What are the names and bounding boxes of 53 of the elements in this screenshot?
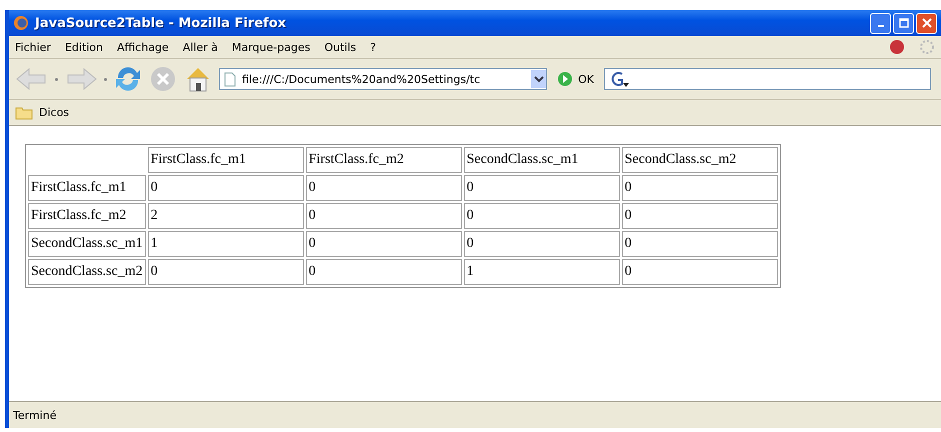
play-icon	[557, 71, 574, 87]
search-field[interactable]	[604, 68, 931, 90]
maximize-button[interactable]	[893, 12, 914, 34]
table-cell: 0	[464, 231, 620, 257]
window-title: JavaSource2Table - Mozilla Firefox	[35, 16, 288, 30]
menu-item[interactable]: ?	[370, 40, 376, 54]
stop-button[interactable]	[149, 65, 177, 93]
address-field[interactable]: file:///C:/Documents%20and%20Settings/tc	[219, 68, 548, 90]
menu-item[interactable]: Fichier	[15, 40, 51, 54]
globe-icon	[13, 15, 29, 31]
table-cell: 2	[148, 203, 304, 229]
row-header: SecondClass.sc_m2	[28, 259, 146, 285]
column-header: FirstClass.fc_m1	[148, 147, 304, 173]
status-text: Terminé	[13, 408, 56, 422]
menu-item[interactable]: Aller à	[182, 40, 218, 54]
menu-item[interactable]: Marque-pages	[232, 40, 310, 54]
close-button[interactable]	[916, 12, 937, 34]
table-cell: 0	[622, 203, 778, 229]
table-cell: 0	[306, 175, 462, 201]
table-cell: 0	[622, 259, 778, 285]
column-header: FirstClass.fc_m2	[306, 147, 462, 173]
column-header: SecondClass.sc_m2	[622, 147, 778, 173]
table-cell: 0	[622, 175, 778, 201]
column-header: SecondClass.sc_m1	[464, 147, 620, 173]
table-cell: 0	[306, 231, 462, 257]
bookmark-item[interactable]: Dicos	[15, 106, 70, 120]
menu-item[interactable]: Outils	[324, 40, 356, 54]
minimize-button[interactable]	[870, 12, 891, 34]
row-header: FirstClass.fc_m2	[28, 203, 146, 229]
go-button[interactable]: OK	[553, 71, 598, 87]
close-icon	[922, 18, 932, 28]
minimize-icon	[878, 25, 884, 27]
reload-button[interactable]	[113, 65, 143, 93]
stop-sign-icon	[889, 39, 905, 55]
row-header: FirstClass.fc_m1	[28, 175, 146, 201]
table-cell: 0	[464, 203, 620, 229]
dropdown-button[interactable]	[531, 70, 546, 88]
table-cell: 0	[306, 259, 462, 285]
maximize-icon	[898, 18, 908, 28]
table-cell: 1	[464, 259, 620, 285]
table-cell: 1	[148, 231, 304, 257]
throbber-icon	[919, 39, 935, 55]
page-icon	[224, 72, 236, 86]
chevron-down-icon	[534, 75, 544, 83]
table-cell: 0	[148, 175, 304, 201]
menu-item[interactable]: Edition	[64, 40, 104, 54]
table-cell: 0	[622, 231, 778, 257]
table-cell: 0	[464, 175, 620, 201]
table-cell: 0	[306, 203, 462, 229]
table-cell: 0	[148, 259, 304, 285]
menu-item[interactable]: Affichage	[117, 40, 169, 54]
row-header: SecondClass.sc_m1	[28, 231, 146, 257]
folder-icon	[15, 106, 33, 120]
